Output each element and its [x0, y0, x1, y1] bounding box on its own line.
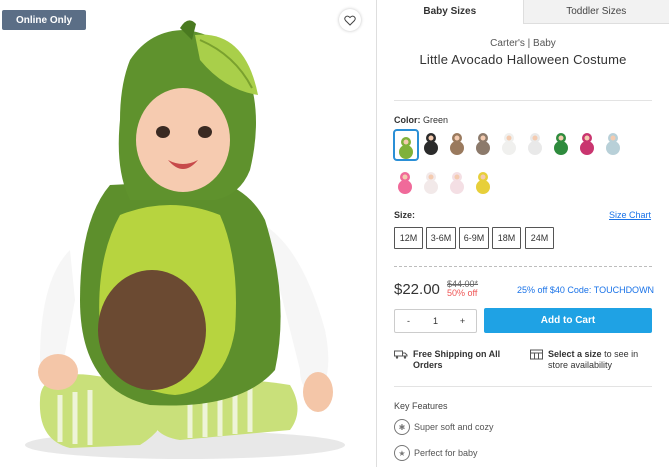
size-range-tabs: Baby Sizes Toddler Sizes [377, 0, 669, 24]
product-image-panel: Online Only [0, 0, 366, 467]
tab-baby-sizes[interactable]: Baby Sizes [377, 0, 523, 24]
size-option-18m[interactable]: 18M [492, 227, 521, 249]
add-to-cart-button[interactable]: Add to Cart [484, 308, 652, 333]
color-swatch-dinosaur[interactable] [549, 129, 573, 155]
color-swatch-panda-pink[interactable] [575, 129, 599, 155]
free-shipping-info: Free Shipping on All Orders [394, 349, 514, 371]
color-swatch-shark[interactable] [601, 129, 625, 155]
quantity-decrease-button[interactable]: - [395, 316, 422, 326]
size-label: Size: [394, 210, 416, 220]
quantity-increase-button[interactable]: + [449, 316, 476, 326]
color-swatch-cow[interactable] [523, 129, 547, 155]
key-features-heading: Key Features [394, 401, 448, 411]
size-option-6-9m[interactable]: 6-9M [459, 227, 489, 249]
store-availability-text: Select a size to see in store availabili… [548, 349, 639, 370]
panel-divider [376, 0, 377, 467]
color-swatch-chicken[interactable] [497, 129, 521, 155]
feature-item: ✱ Super soft and cozy [394, 419, 494, 435]
current-price: $22.00 [394, 281, 440, 298]
size-option-12m[interactable]: 12M [394, 227, 423, 249]
color-value: Green [423, 115, 449, 125]
free-shipping-label: Free Shipping on All Orders [413, 349, 501, 370]
color-swatch-avocado[interactable] [393, 129, 419, 161]
snowflake-icon: ✱ [394, 419, 410, 435]
feature-item: ★ Perfect for baby [394, 445, 478, 461]
color-swatch-flamingo[interactable] [393, 168, 417, 194]
discount-percent: 50% off [447, 288, 478, 298]
store-availability[interactable]: Select a size to see in store availabili… [530, 349, 652, 371]
size-option-24m[interactable]: 24M [525, 227, 554, 249]
color-swatch-sloth[interactable] [471, 129, 495, 155]
dashed-divider [394, 266, 652, 267]
size-option-3-6m[interactable]: 3-6M [426, 227, 456, 249]
online-only-badge: Online Only [2, 10, 86, 30]
star-icon: ★ [394, 445, 410, 461]
color-swatch-penguin[interactable] [419, 129, 443, 155]
tab-toddler-sizes[interactable]: Toddler Sizes [522, 0, 669, 24]
color-label: Color: [394, 115, 421, 125]
store-icon [530, 349, 543, 371]
quantity-stepper: - 1 + [394, 309, 477, 333]
product-photo[interactable] [0, 0, 366, 467]
size-chart-link[interactable]: Size Chart [609, 210, 651, 220]
product-title: Little Avocado Halloween Costume [419, 52, 627, 67]
divider [394, 100, 652, 101]
quantity-input[interactable]: 1 [422, 316, 449, 326]
color-label-row: Color: Green [394, 115, 448, 125]
color-swatch-bunny[interactable] [419, 168, 443, 194]
color-swatch-giraffe[interactable] [471, 168, 495, 194]
product-brand: Carter's | Baby [490, 38, 556, 49]
favorite-heart-icon[interactable] [339, 9, 361, 31]
color-swatch-monkey[interactable] [445, 129, 469, 155]
truck-icon [394, 349, 408, 371]
promo-code-text: 25% off $40 Code: TOUCHDOWN [517, 285, 655, 295]
divider [394, 386, 652, 387]
color-swatch-unicorn[interactable] [445, 168, 469, 194]
